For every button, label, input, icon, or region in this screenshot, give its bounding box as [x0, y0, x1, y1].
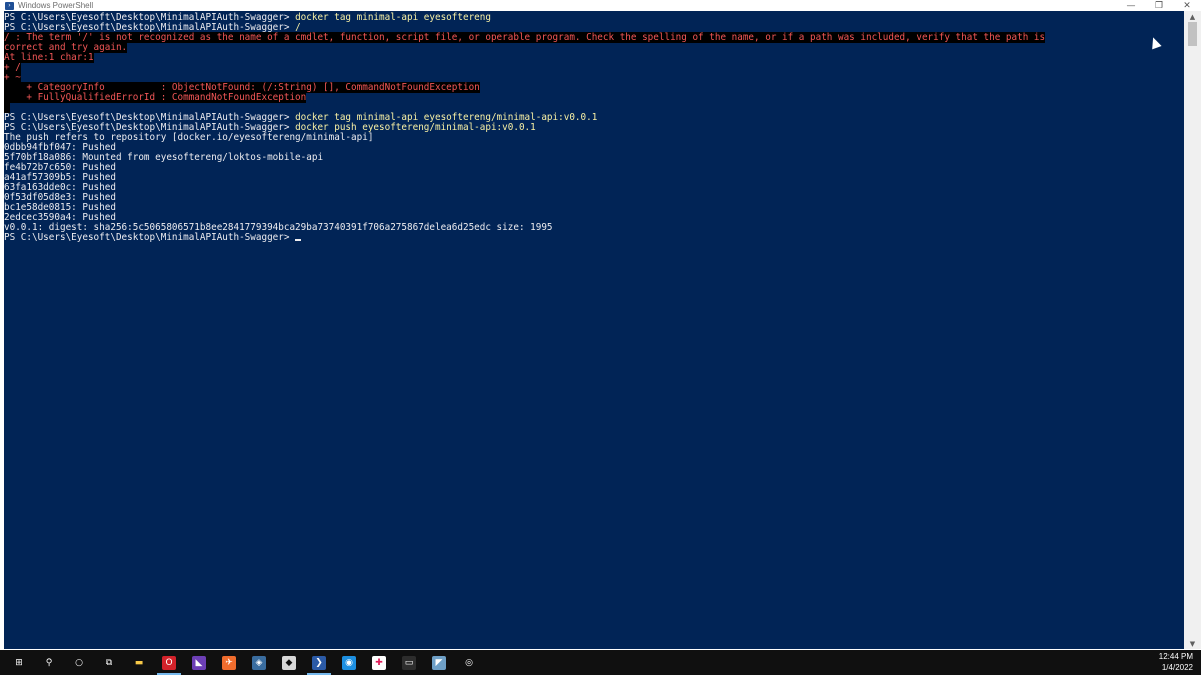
error-text: / : The term '/' is not recognized as th… [4, 32, 1046, 43]
folder-icon: ▬ [134, 657, 144, 668]
target-icon: ◎ [465, 657, 473, 668]
console-line: PS C:\Users\Eyesoft\Desktop\MinimalAPIAu… [4, 233, 1045, 243]
slack-button[interactable]: ✚ [364, 650, 394, 675]
task-view-icon: ⧉ [105, 657, 113, 668]
docker-icon: ◉ [342, 655, 356, 670]
task-view-button[interactable]: ⧉ [94, 650, 124, 675]
cortana-button[interactable]: ○ [64, 650, 94, 675]
start-button[interactable]: ⊞ [4, 650, 34, 675]
app-button-2[interactable]: ◆ [274, 650, 304, 675]
console-line: correct and try again. [4, 42, 1045, 53]
file-explorer-button[interactable]: ▬ [124, 650, 154, 675]
title-bar[interactable]: › Windows PowerShell — ❐ ✕ [0, 0, 1201, 11]
search-icon: ⚲ [45, 657, 53, 668]
docker-button[interactable]: ◉ [334, 650, 364, 675]
close-button[interactable]: ✕ [1173, 0, 1201, 11]
postman-button[interactable]: ✈ [214, 650, 244, 675]
terminal-icon: ▭ [402, 655, 416, 670]
system-clock[interactable]: 12:44 PM 1/4/2022 [1153, 651, 1193, 673]
console-line: fe4b72b7c650: Pushed [4, 163, 1045, 173]
console-line: / : The term '/' is not recognized as th… [4, 32, 1046, 43]
notes-icon: ◤ [432, 655, 446, 670]
notes-button[interactable]: ◤ [424, 650, 454, 675]
opera-icon: O [162, 655, 176, 670]
clock-date: 1/4/2022 [1161, 663, 1193, 672]
taskbar: ⊞ ⚲ ○ ⧉ ▬ O ◣ ✈ ◈ ◆ ❯ ◉ ✚ ▭ ◤ ◎ [0, 650, 1201, 675]
console-line: + / [4, 62, 1045, 73]
network-app-icon: ◈ [252, 655, 266, 670]
cortana-icon: ○ [75, 657, 83, 668]
console-line: bc1e58de0815: Pushed [4, 203, 1045, 213]
command-text: docker tag minimal-api eyesoftereng [295, 12, 491, 23]
console-line: 63fa163dde0c: Pushed [4, 183, 1045, 193]
console-output[interactable]: PS C:\Users\Eyesoft\Desktop\MinimalAPIAu… [4, 11, 1184, 649]
terminal-button[interactable]: ▭ [394, 650, 424, 675]
windows-icon: ⊞ [15, 657, 23, 668]
console-line: 0f53df05d8e3: Pushed [4, 193, 1045, 203]
console-line: At line:1 char:1 [4, 52, 1045, 63]
console-line: 5f70bf18a086: Mounted from eyesoftereng/… [4, 153, 1045, 163]
console-lines: PS C:\Users\Eyesoft\Desktop\MinimalAPIAu… [4, 12, 1046, 243]
app-button-1[interactable]: ◈ [244, 650, 274, 675]
scroll-up-arrow-icon[interactable]: ▲ [1184, 11, 1201, 22]
scroll-down-arrow-icon[interactable]: ▼ [1184, 638, 1201, 649]
search-button[interactable]: ⚲ [34, 650, 64, 675]
sourcetree-icon: ◆ [282, 655, 296, 670]
error-text: + FullyQualifiedErrorId : CommandNotFoun… [4, 92, 307, 103]
scroll-thumb[interactable] [1188, 22, 1197, 46]
clock-time: 12:44 PM [1158, 652, 1193, 661]
console-line: a41af57309b5: Pushed [4, 173, 1045, 183]
slack-icon: ✚ [372, 655, 386, 670]
restore-button[interactable]: ❐ [1145, 0, 1173, 11]
text-cursor [295, 239, 302, 241]
window-controls: — ❐ ✕ [1117, 0, 1201, 11]
postman-icon: ✈ [222, 655, 236, 670]
console-line: + FullyQualifiedErrorId : CommandNotFoun… [4, 92, 1045, 103]
console-line: The push refers to repository [docker.io… [4, 133, 1045, 143]
powershell-button[interactable]: ❯ [304, 650, 334, 675]
app-button-3[interactable]: ◎ [454, 650, 484, 675]
visual-studio-button[interactable]: ◣ [184, 650, 214, 675]
powershell-icon: › [5, 1, 14, 10]
visual-studio-icon: ◣ [192, 655, 206, 670]
opera-button[interactable]: O [154, 650, 184, 675]
minimize-button[interactable]: — [1117, 0, 1145, 11]
window-title: Windows PowerShell [18, 1, 94, 10]
output-text: PS C:\Users\Eyesoft\Desktop\MinimalAPIAu… [4, 232, 296, 243]
powershell-icon: ❯ [312, 655, 326, 670]
vertical-scrollbar[interactable]: ▲ ▼ [1184, 11, 1201, 649]
